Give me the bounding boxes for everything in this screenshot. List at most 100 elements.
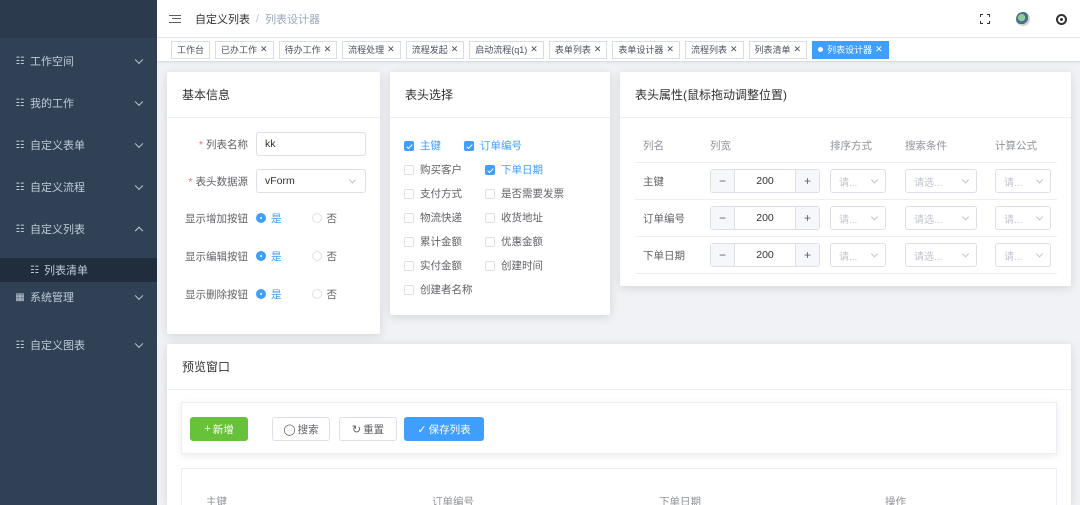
field-checkbox-customer[interactable]: 购买客户 <box>404 162 462 177</box>
card-title: 表头属性(鼠标拖动调整位置) <box>620 72 1071 118</box>
datasource-select[interactable]: vForm <box>256 169 366 193</box>
close-icon[interactable]: ✕ <box>594 44 602 55</box>
tag-label: 流程处理 <box>348 45 385 55</box>
sidebar-item-my-work[interactable]: ☷ 我的工作 <box>0 82 157 124</box>
sidebar-subitem-label: 列表清单 <box>43 265 88 277</box>
tag-workbench[interactable]: 工作台 <box>171 40 211 59</box>
show-add-no-radio[interactable]: 否 <box>311 211 337 226</box>
show-edit-no-radio[interactable]: 否 <box>311 249 338 264</box>
field-checkbox-order-no[interactable]: 订单编号 <box>464 138 522 153</box>
field-checkbox-total-amount[interactable]: 累计金额 <box>404 234 462 249</box>
close-icon[interactable]: ✕ <box>530 44 538 55</box>
field-checkbox-invoice[interactable]: 是否需要发票 <box>485 186 564 201</box>
field-checkbox-discount[interactable]: 优惠金额 <box>485 234 543 249</box>
tag-form-list[interactable]: 表单列表 ✕ <box>548 40 608 59</box>
active-dot-icon <box>818 47 824 52</box>
field-checkbox-address[interactable]: 收货地址 <box>485 210 543 225</box>
sidebar-item-label: 自定义图表 <box>30 340 85 352</box>
table-row[interactable]: 下单日期 − 200 + 请... 请选... 请... <box>635 237 1057 274</box>
table-row[interactable]: 主键 − 200 + 请... 请选... 请... <box>635 163 1057 200</box>
header-props-card: 表头属性(鼠标拖动调整位置) 列名 列宽 排序方式 搜索条件 计算公式 主键 −… <box>620 72 1071 286</box>
show-delete-no-radio[interactable]: 否 <box>311 287 337 302</box>
show-delete-yes-radio[interactable]: 是 <box>256 287 282 302</box>
close-icon[interactable]: ✕ <box>387 44 395 55</box>
show-add-yes-radio[interactable]: 是 <box>256 211 282 226</box>
close-icon[interactable]: ✕ <box>730 44 738 55</box>
sidebar-subitem-list-inventory[interactable]: ☷ 列表清单 <box>0 258 157 282</box>
sidebar-item-custom-form[interactable]: ☷ 自定义表单 <box>0 124 157 166</box>
list-name-input[interactable]: kk <box>256 132 366 156</box>
sort-select[interactable]: 请... <box>830 206 886 230</box>
show-edit-yes-radio[interactable]: 是 <box>256 249 282 264</box>
stepper-value: 200 <box>756 249 774 261</box>
tag-launch-flow[interactable]: 启动流程(q1) ✕ <box>469 40 544 59</box>
formula-select[interactable]: 请... <box>995 243 1051 267</box>
search-button[interactable]: ◯ 搜索 <box>272 417 330 441</box>
sidebar-item-workspace[interactable]: ☷ 工作空间 <box>0 40 157 82</box>
field-checkbox-created-time[interactable]: 创建时间 <box>485 258 543 273</box>
tag-label: 流程列表 <box>690 45 727 55</box>
radio-label: 是 <box>271 288 282 301</box>
close-icon[interactable]: ✕ <box>794 44 802 55</box>
tag-form-designer[interactable]: 表单设计器 ✕ <box>612 40 680 59</box>
tag-todo-work[interactable]: 待办工作 ✕ <box>278 40 338 59</box>
sort-select[interactable]: 请... <box>830 169 886 193</box>
close-icon[interactable]: ✕ <box>451 44 459 55</box>
table-row[interactable]: 订单编号 − 200 + 请... 请选... 请... <box>635 200 1057 237</box>
field-checkbox-paid-amount[interactable]: 实付金额 <box>404 258 462 273</box>
sidebar-logo-area <box>0 0 157 38</box>
search-condition-select[interactable]: 请选... <box>905 206 977 230</box>
field-checkbox-payment[interactable]: 支付方式 <box>404 186 462 201</box>
menu-toggle-icon[interactable] <box>169 13 181 25</box>
search-condition-select[interactable]: 请选... <box>905 243 977 267</box>
sidebar-item-custom-chart[interactable]: ☷ 自定义图表 <box>0 324 157 366</box>
form-row-show-delete: 显示删除按钮 是 否 <box>167 282 367 306</box>
field-checkbox-logistics[interactable]: 物流快递 <box>404 210 462 225</box>
fullscreen-icon[interactable] <box>966 14 1004 24</box>
avatar[interactable] <box>1004 12 1042 26</box>
field-checkbox-primary-key[interactable]: 主键 <box>404 138 441 153</box>
close-icon[interactable]: ✕ <box>875 44 883 55</box>
field-checkbox-creator[interactable]: 创建者名称 <box>404 282 473 297</box>
field-checkbox-order-date[interactable]: 下单日期 <box>485 162 543 177</box>
breadcrumb-item[interactable]: 自定义列表 <box>195 11 250 27</box>
minus-icon[interactable]: − <box>711 244 735 266</box>
form-label: 显示增加按钮 <box>185 212 248 225</box>
search-condition-select[interactable]: 请选... <box>905 169 977 193</box>
tag-label: 工作台 <box>177 45 205 55</box>
formula-select[interactable]: 请... <box>995 206 1051 230</box>
column-width-stepper[interactable]: − 200 + <box>710 169 820 193</box>
chevron-down-icon <box>961 250 970 258</box>
checkbox-label: 订单编号 <box>480 140 522 152</box>
reset-button[interactable]: ↻ 重置 <box>339 417 397 441</box>
minus-icon[interactable]: − <box>711 207 735 229</box>
formula-select[interactable]: 请... <box>995 169 1051 193</box>
plus-icon[interactable]: + <box>795 207 819 229</box>
tag-list-inventory[interactable]: 列表清单 ✕ <box>748 40 808 59</box>
plus-icon[interactable]: + <box>795 170 819 192</box>
sidebar-item-custom-flow[interactable]: ☷ 自定义流程 <box>0 166 157 208</box>
column-width-stepper[interactable]: − 200 + <box>710 243 820 267</box>
tag-flow-process[interactable]: 流程处理 ✕ <box>342 40 401 59</box>
tag-flow-list[interactable]: 流程列表 ✕ <box>684 40 744 59</box>
radio-label: 否 <box>326 250 338 263</box>
sidebar-item-system[interactable]: ▦ 系统管理 <box>0 282 157 312</box>
column-width-stepper[interactable]: − 200 + <box>710 206 820 230</box>
plus-icon[interactable]: + <box>795 244 819 266</box>
minus-icon[interactable]: − <box>711 170 735 192</box>
tag-done-work[interactable]: 已办工作 ✕ <box>215 40 274 59</box>
tag-flow-start[interactable]: 流程发起 ✕ <box>405 40 465 59</box>
input-value: kk <box>265 138 276 150</box>
tag-list-designer[interactable]: 列表设计器 ✕ <box>812 40 889 59</box>
sidebar-item-custom-list[interactable]: ☷ 自定义列表 <box>0 208 157 250</box>
save-list-button[interactable]: ✓ 保存列表 <box>404 417 484 441</box>
sort-select[interactable]: 请... <box>830 243 886 267</box>
sidebar: ☷ 工作空间 ☷ 我的工作 ☷ 自定义表单 ☷ 自定义流程 ☷ 自定义列表 ☷ … <box>0 0 157 505</box>
close-icon[interactable]: ✕ <box>324 44 332 55</box>
column-name: 下单日期 <box>643 249 685 262</box>
close-icon[interactable]: ✕ <box>260 44 268 55</box>
grid-icon: ☷ <box>15 139 25 151</box>
gear-icon[interactable] <box>1042 13 1080 25</box>
add-button[interactable]: + 新增 <box>190 417 248 441</box>
close-icon[interactable]: ✕ <box>666 44 674 55</box>
